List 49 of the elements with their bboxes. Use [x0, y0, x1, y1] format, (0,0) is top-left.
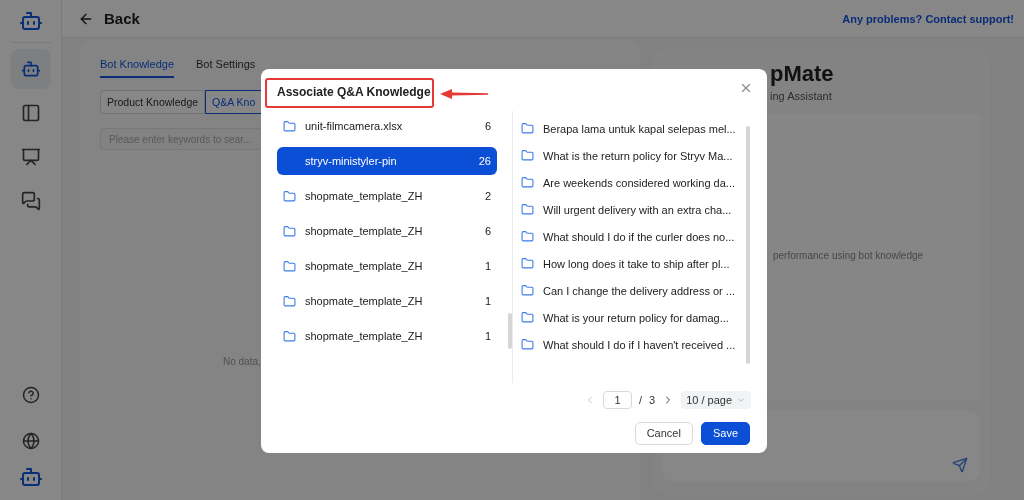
folder-icon	[283, 224, 297, 238]
folder-icon	[283, 294, 297, 308]
question-item[interactable]: Will urgent delivery with an extra cha...	[521, 196, 747, 223]
question-item[interactable]: Are weekends considered working da...	[521, 169, 747, 196]
scrollbar-thumb[interactable]	[746, 126, 750, 364]
folder-icon	[521, 284, 535, 297]
folder-icon	[521, 311, 535, 324]
knowledge-type-tab[interactable]: Product Knowledge	[100, 90, 206, 114]
bot-name: pMate	[770, 60, 835, 87]
file-item[interactable]: shopmate_template_ZH 2	[277, 182, 497, 210]
robot-icon[interactable]	[10, 49, 51, 89]
file-item[interactable]: shopmate_template_ZH 1	[277, 252, 497, 280]
back-link[interactable]: Back	[104, 10, 140, 27]
question-item[interactable]: What should I do if I haven't received ...	[521, 331, 747, 358]
file-item[interactable]: stryv-ministyler-pin 26	[277, 147, 497, 175]
page-field[interactable]: 1	[602, 391, 632, 409]
file-item[interactable]: shopmate_template_ZH 1	[277, 287, 497, 315]
question-item[interactable]: Can I change the delivery address or ...	[521, 277, 747, 304]
page-divider: /	[638, 394, 642, 406]
folder-icon	[521, 338, 535, 351]
support-link[interactable]: Any problems? Contact support!	[842, 12, 1014, 25]
folder-icon	[283, 119, 297, 133]
folder-icon	[521, 257, 535, 270]
folder-icon	[521, 230, 535, 243]
question-item[interactable]: How long does it take to ship after pl...	[521, 250, 747, 277]
folder-icon	[521, 122, 535, 135]
folder-icon	[283, 259, 297, 273]
question-item[interactable]: What is your return policy for damag...	[521, 304, 747, 331]
save-button[interactable]: Save	[700, 421, 750, 445]
question-item[interactable]: What should I do if the curler does no...	[521, 223, 747, 250]
folder-icon	[521, 203, 535, 216]
scrollbar-thumb[interactable]	[508, 313, 512, 349]
file-item[interactable]: shopmate_template_ZH 1	[277, 322, 497, 350]
folder-icon	[521, 176, 535, 189]
question-item[interactable]: Berapa lama untuk kapal selepas mel...	[521, 115, 747, 142]
dropdown-caret-icon	[736, 395, 746, 405]
question-item[interactable]: What is the return policy for Stryv Ma...	[521, 142, 747, 169]
bot-subtitle: ing Assistant	[770, 89, 833, 102]
folder-icon	[283, 189, 297, 203]
folder-icon	[283, 329, 297, 343]
page-tab[interactable]: Bot Settings	[196, 54, 256, 78]
close-icon[interactable]	[739, 81, 753, 95]
cancel-button[interactable]: Cancel	[634, 421, 693, 445]
file-item[interactable]: shopmate_template_ZH 6	[277, 217, 497, 245]
annotation-arrow	[440, 89, 488, 99]
folder-icon	[521, 149, 535, 162]
page-size-select[interactable]: 10 / page	[681, 391, 751, 409]
send-icon[interactable]	[952, 457, 968, 473]
page-total: 3	[649, 394, 656, 406]
